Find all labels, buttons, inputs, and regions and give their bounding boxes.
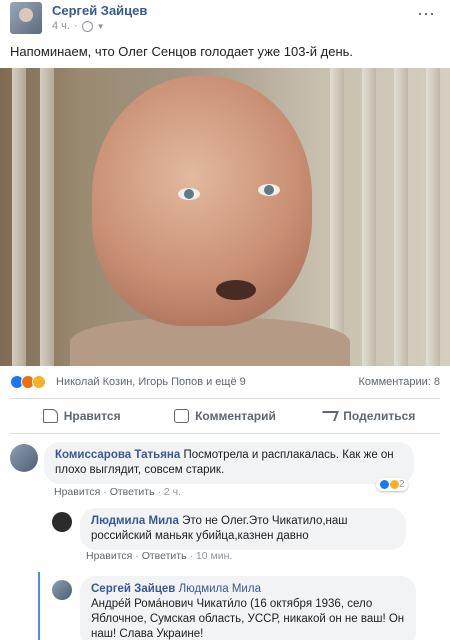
share-icon xyxy=(319,411,340,421)
background-bar xyxy=(40,68,54,366)
reaction-icons[interactable] xyxy=(10,375,46,389)
author-avatar[interactable] xyxy=(10,2,42,34)
comment-author[interactable]: Людмила Мила xyxy=(91,515,179,527)
comment-icon xyxy=(174,409,190,423)
comment-count[interactable]: Комментарии: 8 xyxy=(358,376,440,388)
post-text: Напоминаем, что Олег Сенцов голодает уже… xyxy=(10,44,354,59)
more-options-icon[interactable]: ⋯ xyxy=(417,4,436,25)
background-bar xyxy=(362,68,376,366)
comment-reactions[interactable]: 2 xyxy=(376,478,408,491)
post-photo[interactable] xyxy=(0,68,450,366)
like-button[interactable]: Нравится xyxy=(10,399,153,433)
comment-time[interactable]: 2 ч. xyxy=(164,486,181,498)
comment: Комиссарова Татьяна Посмотрела и расплак… xyxy=(0,440,450,500)
photo-face xyxy=(92,76,312,326)
comment-mention[interactable]: Людмила Мила xyxy=(179,583,261,595)
post-author[interactable]: Сергей Зайцев xyxy=(52,3,147,18)
comment-meta: Нравится · Ответить · 2 ч. xyxy=(54,486,182,498)
comment: Людмила Мила Это не Олег.Это Чикатило,на… xyxy=(0,506,450,566)
chevron-down-icon[interactable]: ▼ xyxy=(97,22,105,31)
comment-author[interactable]: Комиссарова Татьяна xyxy=(55,449,180,461)
background-bar xyxy=(426,68,440,366)
post-time[interactable]: 4 ч. xyxy=(52,20,70,32)
sad-reaction-icon xyxy=(32,375,46,389)
comment-bubble: Комиссарова Татьяна Посмотрела и расплак… xyxy=(44,442,414,484)
post-actions: Нравится Комментарий Поделиться xyxy=(10,398,440,434)
comment: Сергей Зайцев Людмила Мила Андре́й Рома́… xyxy=(0,574,450,640)
comment-time[interactable]: 10 мин. xyxy=(196,550,232,562)
comment-reply-link[interactable]: Ответить xyxy=(110,486,155,498)
comment-reply-link[interactable]: Ответить xyxy=(142,550,187,562)
post-header: Сергей Зайцев 4 ч. · ▼ ⋯ xyxy=(0,0,450,40)
avatar[interactable] xyxy=(10,444,38,472)
comment-text: Андре́й Рома́нович Чикати́ло (16 октября… xyxy=(91,598,405,640)
comment-like-link[interactable]: Нравится xyxy=(54,486,100,498)
comment-author[interactable]: Сергей Зайцев xyxy=(91,583,175,595)
photo-eye xyxy=(258,184,280,196)
comment-bubble: Людмила Мила Это не Олег.Это Чикатило,на… xyxy=(80,508,406,550)
share-button[interactable]: Поделиться xyxy=(297,399,440,433)
reactions-bar: Николай Козин, Игорь Попов и ещё 9 Комме… xyxy=(10,374,440,390)
background-bar xyxy=(330,68,344,366)
avatar[interactable] xyxy=(52,512,72,532)
avatar[interactable] xyxy=(52,580,72,600)
globe-icon[interactable] xyxy=(81,20,93,32)
photo-eye xyxy=(178,188,200,200)
comment-bubble: Сергей Зайцев Людмила Мила Андре́й Рома́… xyxy=(80,576,416,640)
post-meta: 4 ч. · ▼ xyxy=(52,20,105,32)
background-bar xyxy=(394,68,408,366)
background-bar xyxy=(12,68,26,366)
comment-like-link[interactable]: Нравится xyxy=(86,550,132,562)
reaction-names[interactable]: Николай Козин, Игорь Попов и ещё 9 xyxy=(56,376,246,388)
thumbs-up-icon xyxy=(42,409,58,423)
comment-button[interactable]: Комментарий xyxy=(153,399,296,433)
comment-meta: Нравится · Ответить · 10 мин. xyxy=(86,550,233,562)
photo-mouth xyxy=(216,280,256,300)
